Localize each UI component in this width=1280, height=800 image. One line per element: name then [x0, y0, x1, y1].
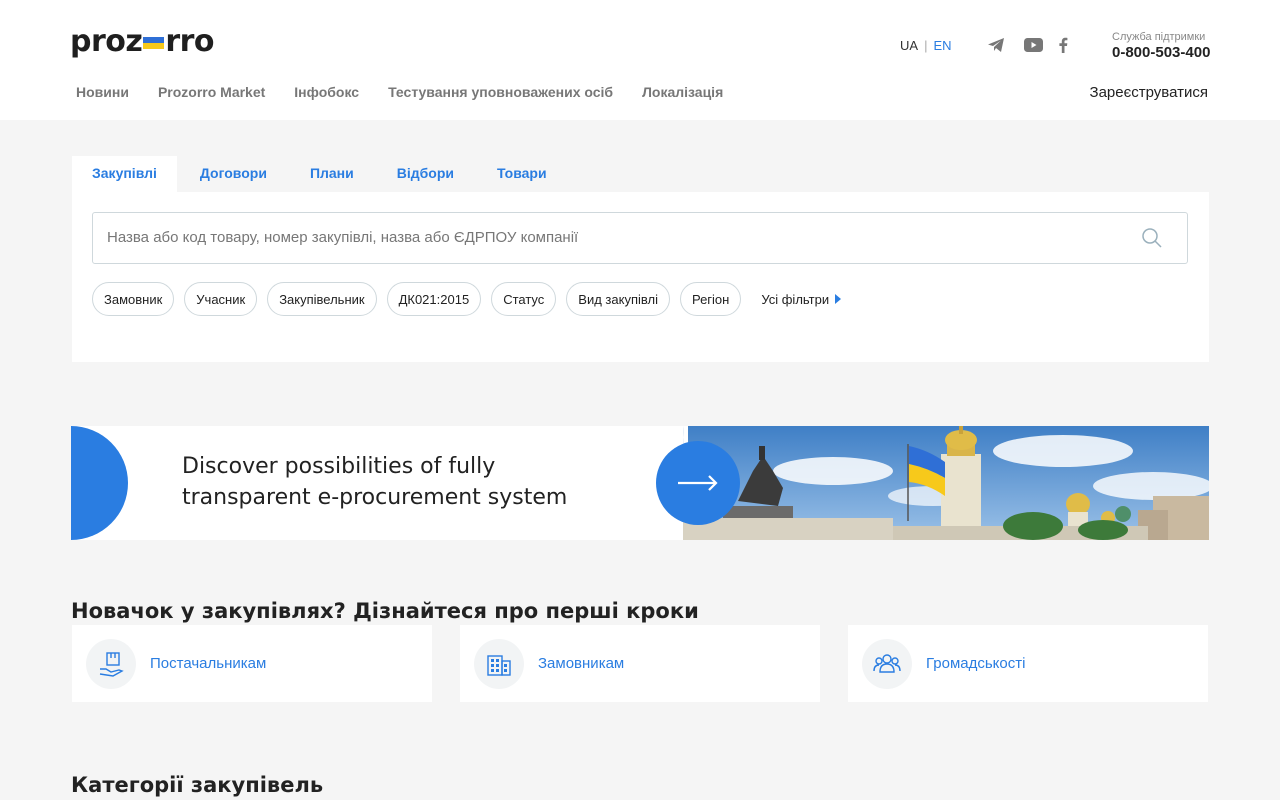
support-label: Служба підтримки [1112, 31, 1206, 43]
search-icon[interactable] [1141, 227, 1163, 249]
banner-arrow-button[interactable] [656, 441, 740, 525]
banner-text: Discover possibilities of fully transpar… [182, 451, 567, 513]
site-header: proz rro UA | EN Служба підтримки 0-800-5… [0, 0, 1280, 120]
search-panel: Замовник Учасник Закупівельник ДК021:201… [72, 192, 1209, 362]
all-filters-button[interactable]: Усі фільтри [761, 291, 842, 307]
search-input[interactable] [93, 213, 1093, 261]
tab-products[interactable]: Товари [477, 156, 567, 192]
support-block: Служба підтримки 0-800-503-400 [1112, 31, 1210, 61]
filter-dk021[interactable]: ДК021:2015 [386, 282, 482, 316]
all-filters-label: Усі фільтри [761, 291, 830, 307]
card-customers-label: Замовникам [538, 655, 625, 672]
categories-title: Категорії закупівель [71, 773, 324, 797]
prozorro-logo[interactable]: proz rro [70, 23, 215, 59]
language-switcher: UA | EN [900, 38, 952, 53]
filter-chips: Замовник Учасник Закупівельник ДК021:201… [92, 282, 842, 316]
nav-item-news[interactable]: Новини [76, 84, 129, 100]
card-public[interactable]: Громадськості [848, 625, 1208, 702]
card-public-label: Громадськості [926, 655, 1026, 672]
filter-buyer[interactable]: Закупівельник [267, 282, 377, 316]
lang-separator: | [924, 38, 928, 53]
main-nav: Новини Prozorro Market Інфобокс Тестуван… [76, 84, 752, 100]
lang-en[interactable]: EN [933, 38, 951, 53]
people-icon [862, 638, 912, 689]
filter-status[interactable]: Статус [491, 282, 557, 316]
register-link[interactable]: Зареєструватися [1090, 84, 1208, 101]
nav-item-market[interactable]: Prozorro Market [158, 84, 265, 100]
search-box [92, 212, 1188, 264]
search-tabs: Закупівлі Договори Плани Відбори Товари [72, 156, 570, 192]
banner-line-1: Discover possibilities of fully [182, 454, 496, 479]
support-phone[interactable]: 0-800-503-400 [1112, 44, 1210, 61]
tab-plans[interactable]: Плани [290, 156, 374, 192]
ukraine-flag-icon [143, 37, 165, 49]
nav-item-localization[interactable]: Локалізація [642, 84, 723, 100]
nav-item-testing[interactable]: Тестування уповноважених осіб [388, 84, 613, 100]
filter-customer[interactable]: Замовник [92, 282, 175, 316]
arrow-right-icon [678, 475, 718, 491]
telegram-icon[interactable] [986, 36, 1006, 54]
promo-banner[interactable]: Discover possibilities of fully transpar… [71, 426, 1209, 540]
tab-selections[interactable]: Відбори [377, 156, 474, 192]
logo-text-left: proz [70, 23, 143, 59]
logo-text-right: rro [165, 23, 215, 59]
youtube-icon[interactable] [1023, 36, 1043, 54]
card-customers[interactable]: Замовникам [460, 625, 820, 702]
filter-participant[interactable]: Учасник [184, 282, 258, 316]
banner-line-2: transparent e-procurement system [182, 485, 568, 510]
caret-right-icon [835, 294, 842, 304]
nav-item-infobox[interactable]: Інфобокс [294, 84, 359, 100]
card-suppliers-label: Постачальникам [150, 655, 267, 672]
filter-region[interactable]: Регіон [679, 282, 742, 316]
card-suppliers[interactable]: Постачальникам [72, 625, 432, 702]
tab-contracts[interactable]: Договори [180, 156, 287, 192]
newcomer-cards: Постачальникам Замовникам Громадськості [72, 625, 1208, 702]
filter-procurement-type[interactable]: Вид закупівлі [566, 282, 670, 316]
banner-decor-circle [71, 426, 128, 540]
newcomer-title: Новачок у закупівлях? Дізнайтеся про пер… [71, 599, 699, 623]
lang-ua[interactable]: UA [900, 38, 918, 53]
facebook-icon[interactable] [1053, 36, 1073, 54]
box-hand-icon [86, 638, 136, 689]
tab-tenders[interactable]: Закупівлі [72, 156, 177, 192]
kyiv-photo [683, 426, 1209, 540]
building-icon [474, 638, 524, 689]
